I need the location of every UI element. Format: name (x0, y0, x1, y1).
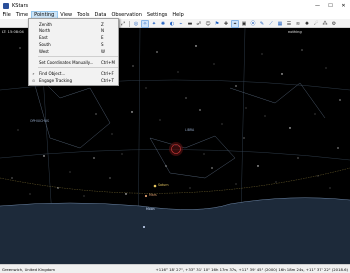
deep-sky-icon[interactable]: ✺ (159, 20, 167, 28)
constellation-label-ophiuchus: OPHIUCHUS (30, 119, 50, 123)
horizontal-coords-icon[interactable]: ◎ (132, 20, 140, 28)
ruler-icon[interactable]: ⟋ (267, 20, 275, 28)
menu-item-find-object[interactable]: ⌕ Find Object... Ctrl+F (29, 70, 120, 76)
menu-item-east[interactable]: East E (29, 34, 120, 40)
horizon-ground (0, 197, 350, 264)
window-controls: — ☐ ✕ (311, 0, 350, 11)
zoom-to-fit-icon[interactable]: ⤢ (119, 20, 127, 28)
ecliptic-line (0, 167, 350, 194)
telescope-icon[interactable]: ⌖ (231, 19, 239, 28)
user-icon[interactable]: ☺ (204, 20, 212, 28)
search-icon: ⌕ (32, 70, 35, 76)
saturn-planet[interactable] (153, 184, 157, 188)
coordinates-readout: +116° 18' 27", +33° 31' 10" 16h 17m 37s,… (155, 266, 348, 272)
asteroids-icon[interactable]: ⁂ (321, 20, 329, 28)
grid-icon[interactable]: ▦ (276, 20, 284, 28)
menu-item-north[interactable]: North N (29, 27, 120, 33)
window-title: KStars (12, 2, 29, 9)
constellation-label-libra: LIBRA (185, 128, 195, 132)
pencil-icon[interactable]: ✎ (258, 20, 266, 28)
supernova-icon[interactable]: ✹ (303, 20, 311, 28)
guides-icon[interactable]: ☍ (195, 20, 203, 28)
location-label: Greenwich, United Kingdom (2, 266, 56, 272)
local-time-label: LT: 15:08:04 (2, 29, 24, 34)
menu-item-west[interactable]: West W (29, 48, 120, 54)
milky-way-icon[interactable]: ≋ (294, 20, 302, 28)
satellites-icon[interactable]: ✚ (222, 20, 230, 28)
fov-icon[interactable]: ▣ (240, 20, 248, 28)
saturn-label: Saturn (158, 183, 169, 187)
menu-settings[interactable]: Settings (144, 11, 170, 19)
ekos-icon[interactable]: ⦿ (249, 20, 257, 28)
focus-target-halo (169, 142, 183, 156)
constellation-line (229, 82, 326, 119)
menu-help[interactable]: Help (170, 11, 186, 19)
maximize-button[interactable]: ☐ (324, 0, 337, 11)
mars-planet[interactable] (144, 194, 148, 198)
mars-label: Mars (149, 193, 157, 197)
settings-icon[interactable]: ⚙ (330, 20, 338, 28)
kstars-app-icon (3, 2, 9, 9)
menu-item-south[interactable]: South S (29, 41, 120, 47)
focus-object-label: nothing (288, 29, 302, 34)
pointing-menu: Zenith Z North N East E South S West W S… (28, 18, 119, 86)
menu-separator (38, 67, 118, 68)
horizon-icon[interactable]: ☰ (285, 20, 293, 28)
solar-system-icon[interactable]: ◐ (168, 20, 176, 28)
ground-icon[interactable]: ▬ (186, 20, 194, 28)
constellation-lines-icon[interactable]: ⌁ (177, 20, 185, 28)
moon-marker[interactable] (143, 226, 145, 228)
close-button[interactable]: ✕ (337, 0, 350, 11)
constellation-line (149, 135, 236, 179)
equatorial-coords-icon[interactable]: ✧ (141, 19, 149, 28)
tracking-icon: ⊙ (31, 77, 36, 83)
minimize-button[interactable]: — (311, 0, 324, 11)
menu-item-engage-tracking[interactable]: ⊙ Engage Tracking Ctrl+T (29, 77, 120, 83)
stars-icon[interactable]: ✦ (150, 20, 158, 28)
comets-icon[interactable]: ☄ (312, 20, 320, 28)
toolbar-separator (129, 20, 130, 27)
title-bar: KStars — ☐ ✕ (0, 0, 350, 11)
menu-separator (38, 56, 118, 57)
flags-icon[interactable]: ⚑ (213, 20, 221, 28)
moon-label: Moon (146, 207, 155, 211)
menu-file[interactable]: File (0, 11, 13, 19)
menu-item-set-coordinates[interactable]: Set Coordinates Manually... Ctrl+M (29, 59, 120, 65)
status-bar: Greenwich, United Kingdom +116° 18' 27",… (0, 264, 350, 273)
